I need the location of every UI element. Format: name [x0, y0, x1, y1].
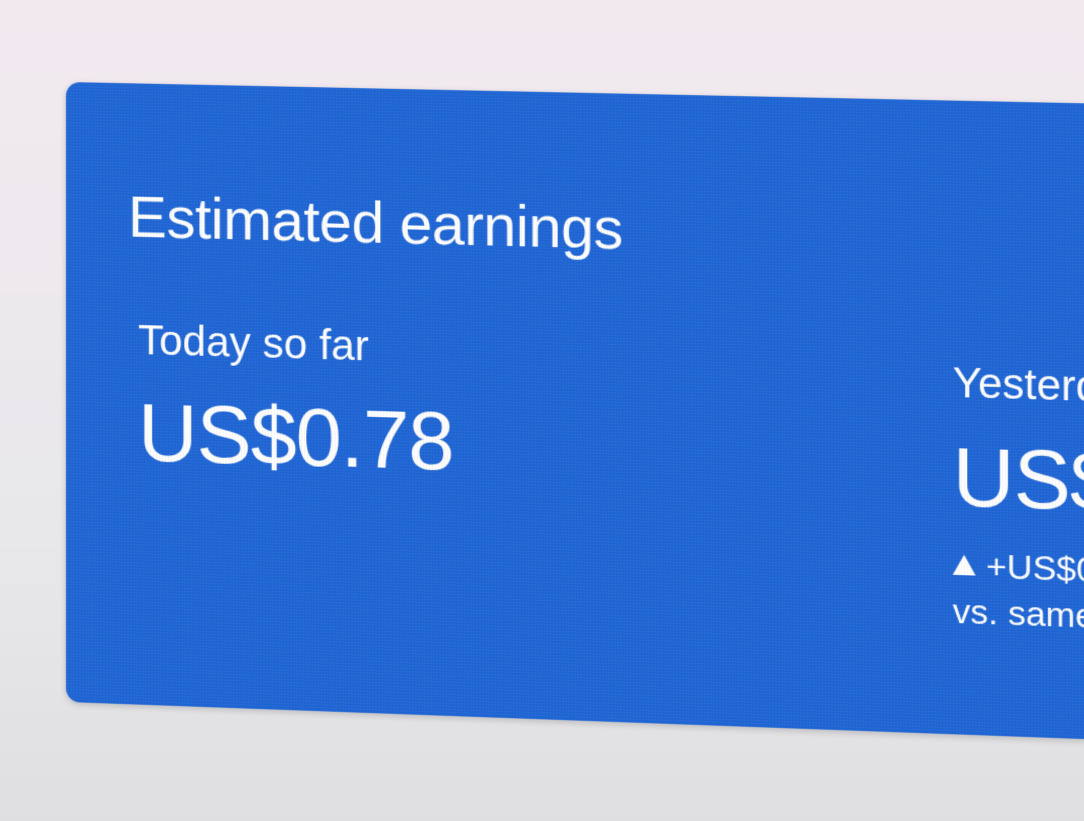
metric-yesterday-comparison: vs. same — [952, 592, 1084, 636]
metric-yesterday-delta-text: +US$0. — [986, 547, 1084, 591]
metric-yesterday-value: US$ — [952, 430, 1084, 529]
triangle-up-icon — [952, 554, 976, 576]
metric-today-value: US$0.78 — [138, 387, 454, 488]
metric-yesterday-delta: +US$0. — [952, 546, 1084, 591]
metric-yesterday-label: Yesterd — [952, 358, 1084, 411]
earnings-card: Estimated earnings Today so far US$0.78 … — [66, 82, 1084, 742]
metric-yesterday[interactable]: Yesterd US$ +US$0. vs. same — [952, 358, 1084, 637]
metric-today[interactable]: Today so far US$0.78 — [138, 316, 454, 490]
card-title: Estimated earnings — [128, 184, 623, 262]
metric-today-label: Today so far — [138, 315, 369, 370]
